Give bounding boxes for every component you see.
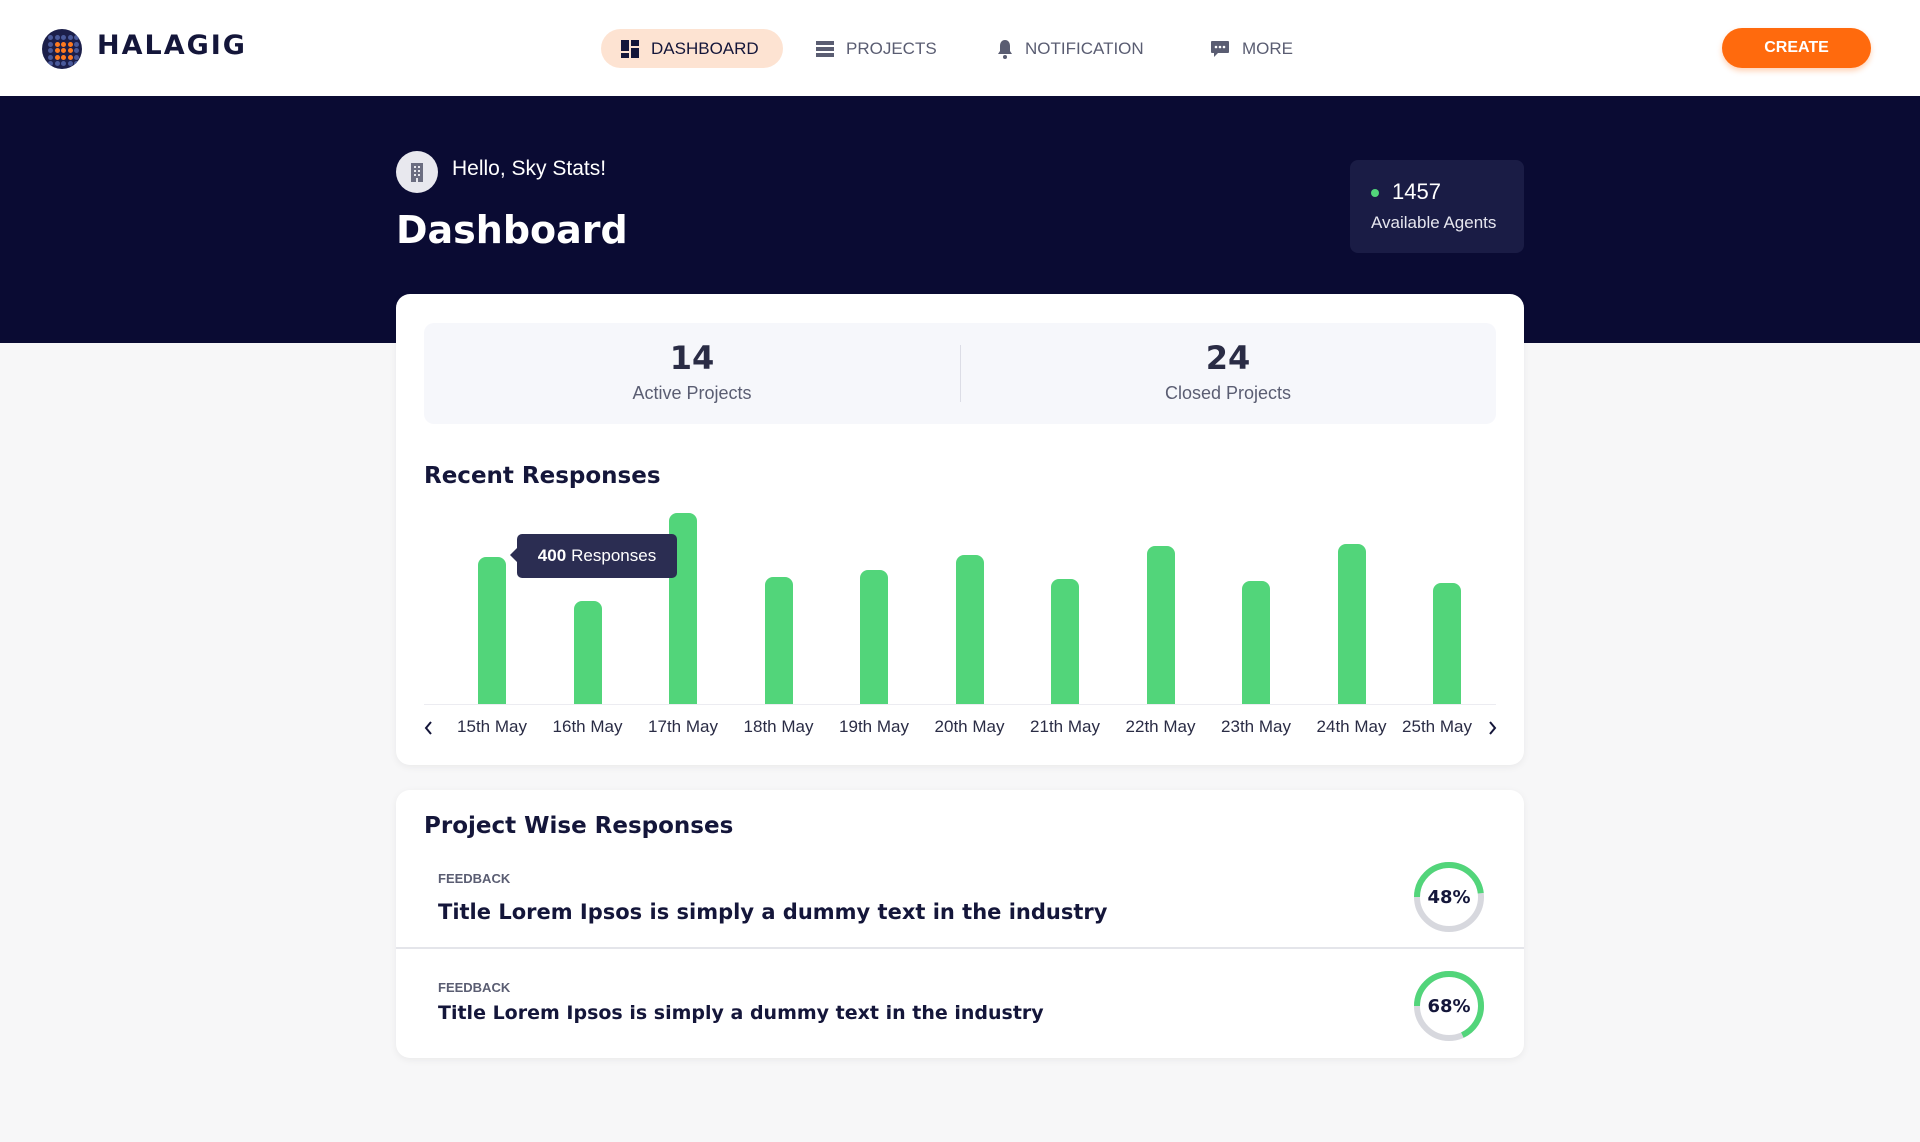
nav-label: NOTIFICATION <box>1025 38 1144 58</box>
x-tick-label: 24th May <box>1316 717 1387 736</box>
chat-icon <box>1211 40 1229 57</box>
logo-dot <box>54 35 60 40</box>
x-tick-label: 20th May <box>934 717 1005 736</box>
bell-icon <box>998 39 1012 59</box>
logo-dot <box>61 35 66 40</box>
bar-9[interactable] <box>1337 544 1366 704</box>
stat-label: Closed Projects <box>1164 383 1292 403</box>
bar-3[interactable] <box>764 577 793 704</box>
progress-ring-graphic: 68% <box>1414 971 1484 1041</box>
logo-dot <box>67 35 73 40</box>
x-tick-label: 15th May <box>457 717 527 736</box>
building-icon <box>411 163 423 182</box>
logo-dot <box>74 54 79 60</box>
logo-dot <box>67 48 73 53</box>
greeting: Hello, Sky Stats! <box>452 157 607 180</box>
logo-dot <box>48 41 53 47</box>
available-agents-badge: 1457 Available Agents <box>1350 160 1524 253</box>
logo-dot <box>48 48 53 53</box>
progress-label: 68% <box>1427 996 1470 1017</box>
bar-5[interactable] <box>955 555 984 704</box>
list-item[interactable]: FEEDBACK Title Lorem Ipsos is simply a d… <box>396 860 1524 947</box>
nav-label: DASHBOARD <box>651 38 759 58</box>
logo-dot <box>67 54 73 60</box>
agents-count: 1457 <box>1392 179 1441 204</box>
chevron-left-icon[interactable] <box>423 720 435 736</box>
status-dot-icon <box>1371 189 1379 197</box>
recent-responses-title: Recent Responses <box>424 463 661 489</box>
chart-baseline <box>424 704 1496 705</box>
logo-dot <box>54 54 60 60</box>
progress-ring: 48% <box>1412 860 1486 938</box>
stat-closed-projects: 24 Closed Projects <box>960 323 1496 424</box>
bar-4[interactable] <box>860 569 888 704</box>
logo-dot <box>48 54 53 60</box>
item-title: Title Lorem Ipsos is simply a dummy text… <box>438 900 1108 924</box>
logo-dot <box>48 35 53 40</box>
logo-dot <box>48 61 53 66</box>
stat-label: Active Projects <box>632 383 752 403</box>
item-category: FEEDBACK <box>438 980 511 995</box>
logo-dot <box>67 61 73 66</box>
logo-dot <box>61 61 66 66</box>
logo-dot <box>67 41 73 47</box>
bar-6[interactable] <box>1051 579 1079 704</box>
logo-dot <box>54 61 60 66</box>
nav-notification[interactable]: NOTIFICATION <box>997 29 1144 68</box>
progress-label: 48% <box>1427 887 1470 908</box>
nav-more[interactable]: MORE <box>1210 29 1293 68</box>
x-tick-label: 16th May <box>552 717 623 736</box>
x-tick-label: 25th May <box>1402 717 1472 736</box>
bar-0[interactable] <box>478 557 506 704</box>
logo-dot <box>74 61 79 66</box>
stat-value: 14 <box>669 339 715 377</box>
stats-panel: 14 Active Projects 24 Closed Projects <box>424 323 1496 424</box>
logo-dot <box>61 48 66 53</box>
logo-dot <box>61 41 66 47</box>
bar-8[interactable] <box>1242 580 1270 704</box>
item-category: FEEDBACK <box>438 871 511 886</box>
logo-icon[interactable] <box>42 29 82 69</box>
list-item[interactable]: FEEDBACK Title Lorem Ipsos is simply a d… <box>396 949 1524 1049</box>
x-tick-label: 21th May <box>1030 717 1100 736</box>
stat-value: 24 <box>1205 339 1251 377</box>
logo-dot <box>74 48 79 53</box>
bar-10[interactable] <box>1433 582 1461 704</box>
x-tick-label: 22th May <box>1125 717 1196 736</box>
brand-name[interactable]: HALAGIG <box>97 30 247 61</box>
item-title: Title Lorem Ipsos is simply a dummy text… <box>438 1002 1044 1024</box>
nav-label: MORE <box>1242 38 1293 58</box>
logo-dot <box>74 41 79 47</box>
project-wise-title: Project Wise Responses <box>424 813 734 839</box>
list-icon <box>816 40 834 57</box>
create-button[interactable]: CREATE <box>1722 28 1871 68</box>
agents-label: Available Agents <box>1371 213 1497 232</box>
progress-ring: 68% <box>1412 969 1486 1047</box>
bar-tooltip: 400 Responses <box>510 534 677 578</box>
tooltip-value: 400 <box>537 546 567 565</box>
tooltip-label: Responses <box>571 546 657 565</box>
logo-dot <box>54 41 60 47</box>
logo-dot <box>74 35 79 40</box>
x-tick-label: 23th May <box>1221 717 1291 736</box>
x-tick-label: 17th May <box>648 717 718 736</box>
logo-dot <box>54 48 60 53</box>
avatar[interactable] <box>396 151 438 193</box>
nav-dashboard[interactable]: DASHBOARD <box>601 29 783 68</box>
dashboard-icon <box>621 39 639 58</box>
top-nav: HALAGIG DASHBOARD PROJECTS NOTIFICATION … <box>0 0 1920 96</box>
nav-label: PROJECTS <box>846 38 937 58</box>
stat-active-projects: 14 Active Projects <box>424 323 960 424</box>
progress-ring-graphic: 48% <box>1414 862 1484 932</box>
x-tick-label: 19th May <box>839 717 909 736</box>
logo-dot <box>61 54 66 60</box>
bar-1[interactable] <box>573 601 602 704</box>
chevron-right-icon[interactable] <box>1486 720 1498 736</box>
x-tick-label: 18th May <box>743 717 814 736</box>
page-title: Dashboard <box>396 208 628 252</box>
bar-7[interactable] <box>1146 545 1175 704</box>
nav-projects[interactable]: PROJECTS <box>816 29 937 68</box>
